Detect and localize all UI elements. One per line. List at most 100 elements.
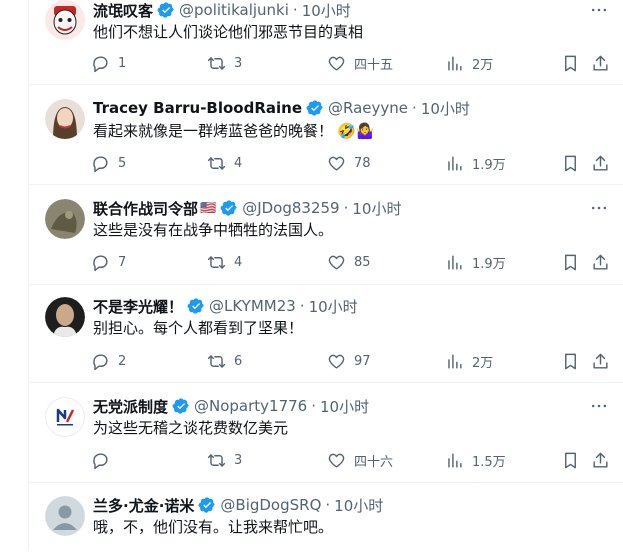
reply-button[interactable]: 7: [91, 253, 126, 272]
tweet-header: 联合作战司令部 🇺🇸 @JDog83259 · 10小时: [93, 198, 401, 218]
display-name[interactable]: 无党派制度: [93, 396, 168, 417]
reply-button[interactable]: 1: [91, 54, 126, 73]
like-button[interactable]: 四十六: [327, 451, 393, 470]
handle[interactable]: @BigDogSRQ: [220, 496, 321, 514]
bookmark-icon: [565, 155, 576, 172]
heart-icon: [328, 354, 345, 369]
heart-icon: [328, 453, 345, 468]
like-count: 78: [354, 156, 371, 171]
handle[interactable]: @JDog83259: [242, 199, 339, 217]
more-options-icon[interactable]: [589, 0, 609, 20]
like-count: 四十六: [354, 455, 394, 470]
view-count: 1.5万: [472, 455, 506, 470]
retweet-count: 4: [234, 156, 243, 171]
avatar[interactable]: [45, 99, 85, 139]
display-name[interactable]: 联合作战司令部: [93, 198, 198, 219]
views-button[interactable]: 1.9万: [445, 154, 506, 173]
action-bar: 1 3 四十五 2万: [87, 54, 623, 74]
view-count: 1.9万: [472, 158, 506, 173]
tweet-text: 他们不想让人们谈论他们邪恶节目的真相: [93, 22, 363, 42]
reply-button[interactable]: 5: [91, 154, 126, 173]
tweet[interactable]: 无党派制度 @Noparty1776 · 10小时 为这些无稽之谈花费数亿美元 …: [29, 383, 623, 483]
tweet-text: 哦，不，他们没有。让我来帮忙吧。: [93, 517, 333, 537]
handle[interactable]: @Raeyyne: [328, 99, 408, 117]
handle[interactable]: @politikaljunki: [179, 1, 289, 19]
bookmark-icon: [565, 452, 576, 469]
tweet[interactable]: Tracey Barru-BloodRaine @Raeyyne · 10小时 …: [29, 85, 623, 185]
timestamp[interactable]: 10小时: [334, 495, 383, 516]
tweet[interactable]: 联合作战司令部 🇺🇸 @JDog83259 · 10小时 这些是没有在战争中牺牲…: [29, 185, 623, 285]
retweet-icon: [207, 256, 226, 269]
tweet-text-body: 为这些无稽之谈花费数亿美元: [93, 419, 289, 437]
retweet-button[interactable]: 3: [207, 451, 242, 470]
tweet[interactable]: 流氓叹客 @politikaljunki · 10小时 他们不想让人们谈论他们邪…: [29, 0, 623, 85]
timestamp[interactable]: 10小时: [352, 198, 401, 219]
bookmark-icon: [565, 55, 576, 72]
bookmark-button[interactable]: [561, 154, 580, 173]
retweet-button[interactable]: 4: [207, 154, 242, 173]
share-button[interactable]: [591, 154, 610, 173]
bookmark-button[interactable]: [561, 352, 580, 371]
view-count: 1.9万: [472, 257, 506, 272]
like-button[interactable]: 97: [327, 352, 371, 371]
bookmark-button[interactable]: [561, 451, 580, 470]
timestamp[interactable]: 10小时: [309, 296, 358, 317]
reply-button[interactable]: 2: [91, 352, 126, 371]
reply-button[interactable]: [91, 451, 118, 470]
views-button[interactable]: 2万: [445, 352, 493, 371]
like-button[interactable]: 四十五: [327, 54, 393, 73]
bookmark-button[interactable]: [561, 54, 580, 73]
bookmark-icon: [565, 353, 576, 370]
share-button[interactable]: [591, 54, 610, 73]
timestamp[interactable]: 10小时: [421, 98, 470, 119]
retweet-button[interactable]: 4: [207, 253, 242, 272]
views-button[interactable]: 1.9万: [445, 253, 506, 272]
avatar[interactable]: [45, 496, 85, 536]
reply-count: 5: [118, 156, 127, 171]
like-button[interactable]: 78: [327, 154, 371, 173]
action-bar: 3 四十六 1.5万: [87, 451, 623, 471]
more-options-icon[interactable]: [589, 198, 609, 218]
display-name[interactable]: 不是李光耀！: [93, 296, 183, 317]
bookmark-button[interactable]: [561, 253, 580, 272]
separator-dot: ·: [299, 297, 305, 315]
timestamp[interactable]: 10小时: [302, 0, 351, 21]
retweet-button[interactable]: 6: [207, 352, 242, 371]
handle[interactable]: @LKYMM23: [209, 297, 296, 315]
avatar[interactable]: [45, 0, 85, 40]
tweet-emoji: 🤣🤷‍♀️: [337, 122, 375, 140]
views-chart-icon: [448, 255, 462, 270]
tweet[interactable]: 兰多·尤金·诺米 @BigDogSRQ · 10小时 哦，不，他们没有。让我来帮…: [29, 483, 623, 553]
avatar[interactable]: [45, 297, 85, 337]
views-button[interactable]: 1.5万: [445, 451, 506, 470]
share-icon: [593, 155, 608, 171]
handle[interactable]: @Noparty1776: [194, 397, 307, 415]
retweet-button[interactable]: 3: [207, 54, 242, 73]
action-bar: 7 4 85 1.9万: [87, 253, 623, 273]
reply-count: 7: [118, 255, 127, 270]
verified-badge-icon: [187, 298, 204, 314]
display-name[interactable]: 流氓叹客: [93, 0, 153, 21]
reply-icon: [93, 354, 108, 371]
more-options-icon[interactable]: [589, 396, 609, 416]
verified-badge-icon: [172, 398, 189, 414]
display-name[interactable]: 兰多·尤金·诺米: [93, 495, 194, 516]
retweet-count: 4: [234, 255, 243, 270]
avatar[interactable]: [45, 199, 85, 239]
views-chart-icon: [448, 354, 462, 369]
display-name[interactable]: Tracey Barru-BloodRaine: [93, 99, 302, 117]
avatar[interactable]: [45, 397, 85, 437]
share-button[interactable]: [591, 451, 610, 470]
reply-icon: [93, 453, 108, 470]
tweet-header: 流氓叹客 @politikaljunki · 10小时: [93, 0, 351, 20]
timestamp[interactable]: 10小时: [320, 396, 369, 417]
share-button[interactable]: [591, 253, 610, 272]
avatar-image: [45, 199, 85, 239]
bookmark-icon: [565, 254, 576, 271]
tweet[interactable]: 不是李光耀！ @LKYMM23 · 10小时 别担心。每个人都看到了坚果！ 2 …: [29, 285, 623, 383]
share-button[interactable]: [591, 352, 610, 371]
views-chart-icon: [448, 56, 462, 71]
like-button[interactable]: 85: [327, 253, 371, 272]
heart-icon: [328, 255, 345, 270]
views-button[interactable]: 2万: [445, 54, 493, 73]
